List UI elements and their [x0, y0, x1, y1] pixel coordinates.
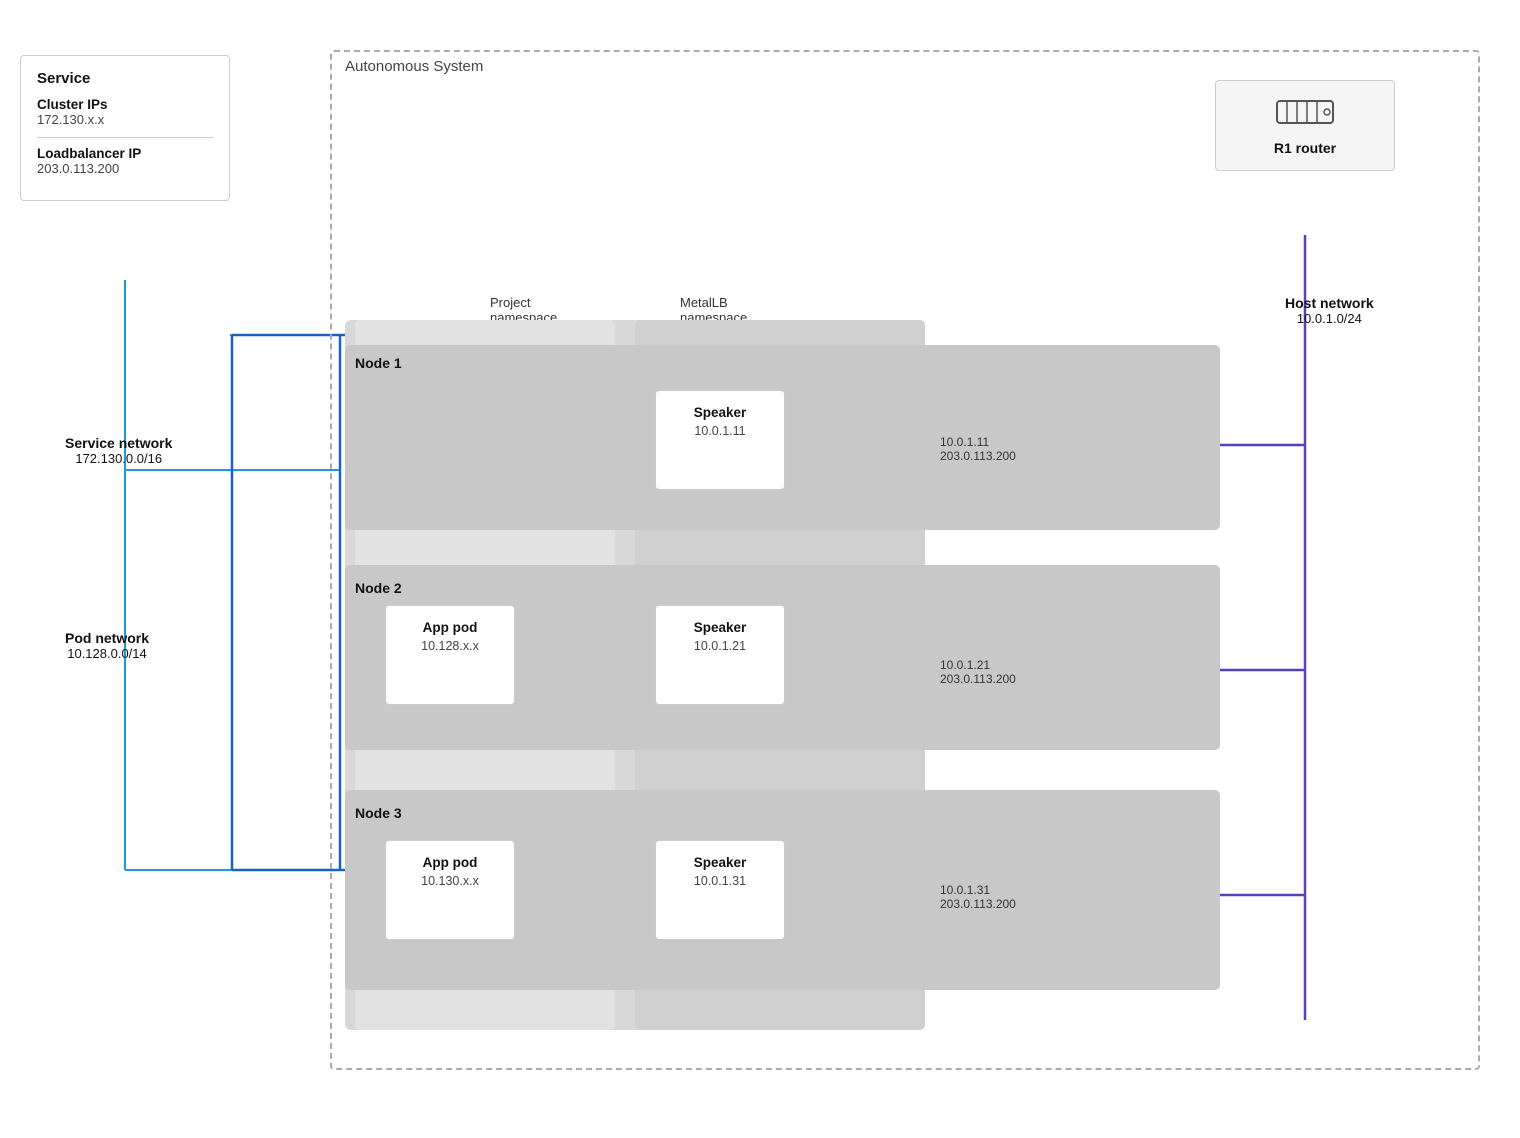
diagram-container: Service Cluster IPs 172.130.x.x Loadbala… — [0, 0, 1520, 1138]
service-box: Service Cluster IPs 172.130.x.x Loadbala… — [20, 55, 230, 201]
service-network-label: Service network 172.130.0.0/16 — [65, 435, 172, 466]
divider — [37, 137, 213, 138]
autonomous-system-label: Autonomous System — [345, 58, 483, 75]
node3-app-name: App pod — [396, 855, 504, 870]
node1-speaker-ip: 10.0.1.11 — [666, 424, 774, 438]
node3-app-box: App pod 10.130.x.x — [385, 840, 515, 940]
loadbalancer-section: Loadbalancer IP 203.0.113.200 — [37, 146, 213, 176]
cluster-ips-section: Cluster IPs 172.130.x.x — [37, 97, 213, 127]
node3-app-ip: 10.130.x.x — [396, 874, 504, 888]
node3-speaker-name: Speaker — [666, 855, 774, 870]
cluster-ips-value: 172.130.x.x — [37, 112, 213, 127]
loadbalancer-label: Loadbalancer IP — [37, 146, 213, 161]
node-2-label: Node 2 — [355, 580, 402, 596]
pod-network-cidr: 10.128.0.0/14 — [65, 646, 149, 661]
node2-app-name: App pod — [396, 620, 504, 635]
node2-speaker-name: Speaker — [666, 620, 774, 635]
loadbalancer-value: 203.0.113.200 — [37, 161, 213, 176]
service-network-title: Service network — [65, 435, 172, 451]
router-svg-icon — [1275, 95, 1335, 129]
node2-app-box: App pod 10.128.x.x — [385, 605, 515, 705]
service-box-title: Service — [37, 70, 213, 87]
node3-speaker-ip: 10.0.1.31 — [666, 874, 774, 888]
router-label: R1 router — [1232, 140, 1378, 156]
pod-network-label: Pod network 10.128.0.0/14 — [65, 630, 149, 661]
node2-app-ip: 10.128.x.x — [396, 639, 504, 653]
service-network-cidr: 172.130.0.0/16 — [65, 451, 172, 466]
router-icon — [1232, 95, 1378, 136]
node2-speaker-box: Speaker 10.0.1.21 — [655, 605, 785, 705]
host-network-label: Host network 10.0.1.0/24 — [1285, 295, 1374, 326]
pod-network-title: Pod network — [65, 630, 149, 646]
node-3-label: Node 3 — [355, 805, 402, 821]
node3-speaker-box: Speaker 10.0.1.31 — [655, 840, 785, 940]
node1-speaker-name: Speaker — [666, 405, 774, 420]
bgp-label-node3: 10.0.1.31 203.0.113.200 — [940, 883, 1016, 911]
node2-speaker-ip: 10.0.1.21 — [666, 639, 774, 653]
host-network-title: Host network — [1285, 295, 1374, 311]
node-1-label: Node 1 — [355, 355, 402, 371]
host-network-cidr: 10.0.1.0/24 — [1285, 311, 1374, 326]
node1-speaker-box: Speaker 10.0.1.11 — [655, 390, 785, 490]
bgp-label-node1: 10.0.1.11 203.0.113.200 — [940, 435, 1016, 463]
router-box: R1 router — [1215, 80, 1395, 171]
bgp-label-node2: 10.0.1.21 203.0.113.200 — [940, 658, 1016, 686]
cluster-ips-label: Cluster IPs — [37, 97, 213, 112]
